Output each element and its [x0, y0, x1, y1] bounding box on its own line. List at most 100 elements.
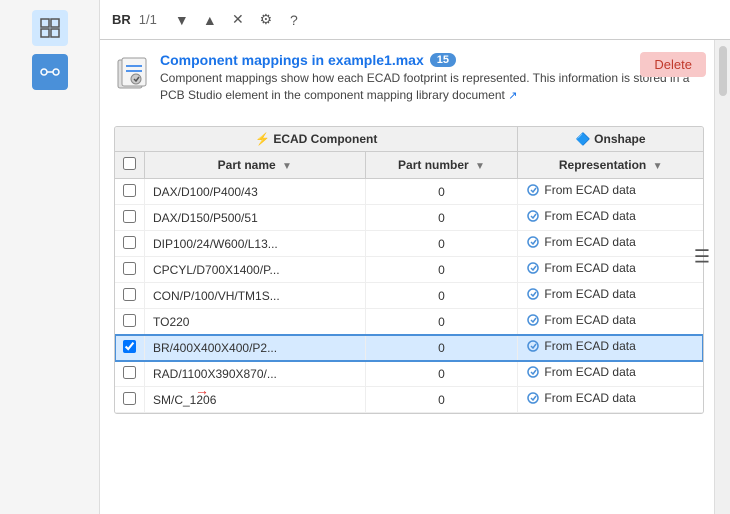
row-checkbox-cell	[115, 309, 145, 335]
row-part-name: SM/C_1206	[145, 387, 366, 413]
representation-header: Representation ▼	[518, 152, 703, 179]
row-checkbox[interactable]	[123, 236, 136, 249]
panel-header-area: Component mappings in example1.max 15 Co…	[100, 40, 730, 126]
external-link-icon[interactable]: ↗	[508, 90, 517, 102]
repr-icon-wrapper: From ECAD data	[526, 287, 635, 301]
sidebar	[0, 0, 100, 514]
panel-text: Component mappings in example1.max 15 Co…	[160, 52, 716, 104]
row-representation: From ECAD data	[518, 283, 703, 309]
right-panel-icon[interactable]: ☰	[694, 247, 710, 268]
part-number-header: Part number ▼	[365, 152, 518, 179]
row-checkbox-cell	[115, 257, 145, 283]
row-checkbox-cell	[115, 387, 145, 413]
main-container: ▼ → BR 1/1 ▼ ▲ ✕ ⚙ ?	[0, 0, 730, 514]
repr-icon-wrapper: From ECAD data	[526, 235, 635, 249]
row-part-number: 0	[365, 309, 518, 335]
table-body: DAX/D100/P400/43 0 From ECAD data DAX/D1…	[115, 179, 703, 413]
row-checkbox[interactable]	[123, 340, 136, 353]
repr-svg-icon	[526, 235, 540, 249]
part-number-sort[interactable]: ▼	[475, 161, 485, 172]
row-checkbox[interactable]	[123, 366, 136, 379]
repr-svg-icon	[526, 339, 540, 353]
repr-icon-wrapper: From ECAD data	[526, 261, 635, 275]
row-part-number: 0	[365, 257, 518, 283]
row-checkbox[interactable]	[123, 314, 136, 327]
repr-svg-icon	[526, 313, 540, 327]
row-part-name: BR/400X400X400/P2...	[145, 335, 366, 361]
help-btn[interactable]: ?	[283, 9, 305, 31]
sidebar-component-icon[interactable]	[32, 10, 68, 46]
row-representation: From ECAD data	[518, 309, 703, 335]
component-table-wrapper: ⚡ ECAD Component 🔷 Onshape	[114, 126, 704, 414]
row-part-name: CPCYL/D700X1400/P...	[145, 257, 366, 283]
row-checkbox-cell	[115, 205, 145, 231]
dropdown-btn[interactable]: ▼	[171, 9, 193, 31]
select-all-checkbox[interactable]	[123, 157, 136, 170]
arrow-selected-row: →	[195, 382, 209, 398]
panel-description: Component mappings show how each ECAD fo…	[160, 70, 716, 104]
onshape-header-icon: 🔷	[576, 132, 594, 146]
table-row[interactable]: DAX/D100/P400/43 0 From ECAD data	[115, 179, 703, 205]
up-btn[interactable]: ▲	[199, 9, 221, 31]
part-name-sort[interactable]: ▼	[282, 161, 292, 172]
settings-btn[interactable]: ⚙	[255, 9, 277, 31]
row-representation: From ECAD data	[518, 205, 703, 231]
search-counter: 1/1	[139, 12, 157, 27]
delete-button[interactable]: Delete	[640, 52, 706, 77]
repr-svg-icon	[526, 261, 540, 275]
component-table: ⚡ ECAD Component 🔷 Onshape	[115, 127, 703, 413]
row-checkbox[interactable]	[123, 184, 136, 197]
repr-svg-icon	[526, 183, 540, 197]
search-bar: ▼ → BR 1/1 ▼ ▲ ✕ ⚙ ?	[100, 0, 730, 40]
repr-icon-wrapper: From ECAD data	[526, 209, 635, 223]
row-representation: From ECAD data	[518, 179, 703, 205]
search-icons: ▼ ▲ ✕ ⚙ ?	[171, 9, 305, 31]
sidebar-mapping-icon[interactable]	[32, 54, 68, 90]
select-all-header	[115, 152, 145, 179]
close-btn[interactable]: ✕	[227, 9, 249, 31]
row-part-name: DAX/D150/P500/51	[145, 205, 366, 231]
ecad-header-icon: ⚡	[255, 132, 273, 146]
row-checkbox[interactable]	[123, 288, 136, 301]
panel-title: Component mappings in example1.max 15	[160, 52, 716, 68]
repr-svg-icon	[526, 391, 540, 405]
onshape-header: 🔷 Onshape	[518, 127, 703, 152]
row-checkbox-cell	[115, 283, 145, 309]
table-row[interactable]: BR/400X400X400/P2... 0 From ECAD data	[115, 335, 703, 361]
repr-svg-icon	[526, 209, 540, 223]
row-representation: From ECAD data	[518, 231, 703, 257]
repr-icon-wrapper: From ECAD data	[526, 313, 635, 327]
table-row[interactable]: TO220 0 From ECAD data	[115, 309, 703, 335]
row-part-number: 0	[365, 283, 518, 309]
scrollbar-thumb[interactable]	[719, 46, 727, 96]
repr-sort[interactable]: ▼	[653, 161, 663, 172]
panel-icon	[114, 54, 150, 97]
table-row[interactable]: CON/P/100/VH/TM1S... 0 From ECAD data	[115, 283, 703, 309]
table-row[interactable]: CPCYL/D700X1400/P... 0 From ECAD data	[115, 257, 703, 283]
row-part-name: RAD/1100X390X870/...	[145, 361, 366, 387]
row-part-name: DAX/D100/P400/43	[145, 179, 366, 205]
row-part-number: 0	[365, 387, 518, 413]
row-part-name: DIP100/24/W600/L13...	[145, 231, 366, 257]
row-representation: From ECAD data	[518, 257, 703, 283]
content-area: ▼ → BR 1/1 ▼ ▲ ✕ ⚙ ?	[100, 0, 730, 514]
repr-icon-wrapper: From ECAD data	[526, 391, 635, 405]
panel-desc-text: Component mappings show how each ECAD fo…	[160, 71, 689, 102]
ecad-header: ⚡ ECAD Component	[115, 127, 518, 152]
repr-icon-wrapper: From ECAD data	[526, 339, 635, 353]
row-checkbox-cell	[115, 231, 145, 257]
scrollbar[interactable]	[714, 40, 730, 514]
panel-badge: 15	[430, 53, 456, 67]
row-checkbox-cell	[115, 335, 145, 361]
table-row[interactable]: DAX/D150/P500/51 0 From ECAD data	[115, 205, 703, 231]
row-part-number: 0	[365, 179, 518, 205]
row-part-name: TO220	[145, 309, 366, 335]
row-checkbox[interactable]	[123, 210, 136, 223]
row-checkbox[interactable]	[123, 262, 136, 275]
row-part-number: 0	[365, 205, 518, 231]
row-part-number: 0	[365, 231, 518, 257]
row-checkbox[interactable]	[123, 392, 136, 405]
search-label: BR	[112, 12, 131, 27]
panel-header: Component mappings in example1.max 15 Co…	[114, 52, 716, 104]
table-row[interactable]: DIP100/24/W600/L13... 0 From ECAD data	[115, 231, 703, 257]
